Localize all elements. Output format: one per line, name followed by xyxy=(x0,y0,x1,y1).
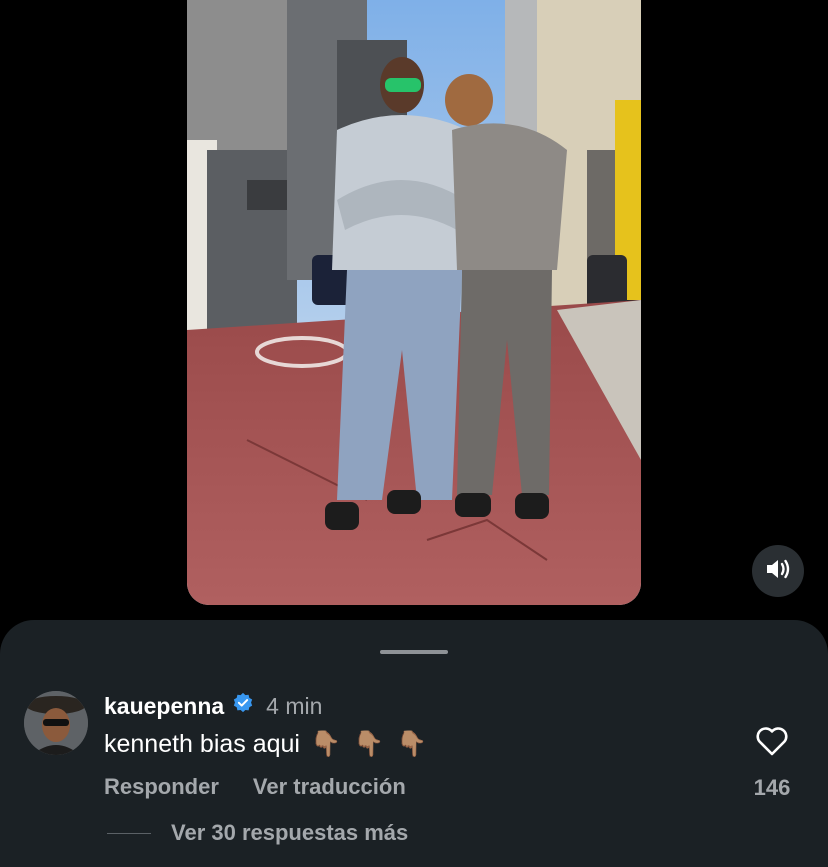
avatar[interactable] xyxy=(24,691,88,755)
comment-text: kenneth bias aqui xyxy=(104,730,300,758)
like-count: 146 xyxy=(753,775,791,800)
comments-sheet: kauepenna 4 min kenneth bias aqui 👇🏽 👇🏽 … xyxy=(0,620,828,867)
comment-body: kenneth bias aqui 👇🏽 👇🏽 👇🏽 xyxy=(104,730,427,759)
translate-button[interactable]: Ver traducción xyxy=(253,774,406,800)
like-block: 146 xyxy=(746,726,798,801)
volume-button[interactable] xyxy=(752,545,804,597)
comment-username[interactable]: kauepenna xyxy=(104,693,224,720)
speaker-volume-icon xyxy=(765,558,791,585)
video-frame-image xyxy=(187,0,641,605)
view-replies[interactable]: Ver 30 respuestas más xyxy=(107,820,408,846)
replies-divider xyxy=(107,832,151,834)
heart-outline-icon[interactable] xyxy=(755,727,789,760)
verified-badge-icon xyxy=(232,692,254,720)
comment-time: 4 min xyxy=(266,692,323,719)
comment-emojis: 👇🏽 👇🏽 👇🏽 xyxy=(310,730,427,759)
comment-actions: Responder Ver traducción xyxy=(104,774,406,800)
reply-button[interactable]: Responder xyxy=(104,774,219,800)
video-player[interactable] xyxy=(187,0,641,605)
view-replies-label[interactable]: Ver 30 respuestas más xyxy=(171,820,408,846)
pointing-down-emoji: 👇🏽 xyxy=(396,730,428,758)
sheet-grabber[interactable] xyxy=(380,650,448,654)
pointing-down-emoji: 👇🏽 xyxy=(309,730,342,758)
pointing-down-emoji: 👇🏽 xyxy=(353,730,385,758)
comment-header: kauepenna 4 min xyxy=(104,692,322,720)
